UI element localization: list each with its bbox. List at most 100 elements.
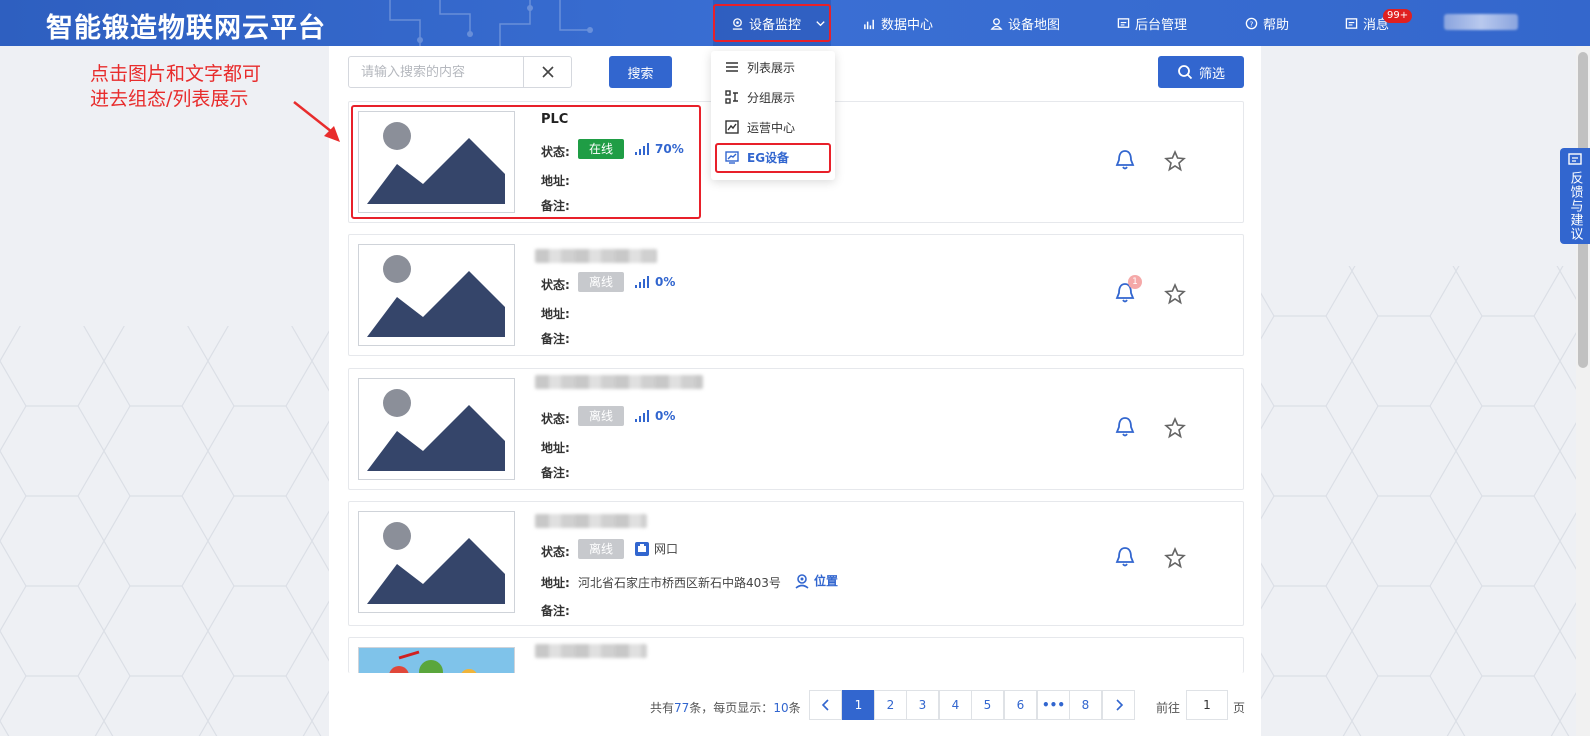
group-icon (725, 90, 738, 104)
signal-value: 0% (655, 409, 676, 423)
help-circle-icon: ? (1245, 17, 1258, 29)
admin-panel-icon (1117, 17, 1130, 28)
favorite-star-icon[interactable] (1164, 417, 1186, 439)
user-avatar-blurred[interactable] (1444, 14, 1518, 30)
device-name-blurred[interactable] (535, 249, 657, 263)
platform-title: 智能锻造物联网云平台 (46, 13, 326, 44)
next-page-button[interactable] (1102, 690, 1135, 720)
status-badge: 离线 (578, 272, 625, 292)
goto-suffix: 页 (1233, 701, 1246, 715)
page-button-4[interactable]: 4 (939, 690, 972, 720)
location-label: 位置 (814, 574, 839, 588)
svg-text:?: ? (1250, 19, 1254, 28)
remark-label: 备注: (541, 466, 570, 480)
nav-device-map[interactable]: 设备地图 (990, 0, 1060, 46)
total-prefix: 共有 (650, 701, 675, 715)
menu-item-operations-center[interactable]: 运营中心 (711, 113, 835, 141)
page-button-8[interactable]: 8 (1069, 690, 1102, 720)
page-ellipsis[interactable]: ••• (1037, 690, 1070, 720)
alarm-bell-icon[interactable] (1115, 546, 1135, 568)
device-card[interactable]: 状态: 离线 网口 地址: 河北省石家庄市桥西区新石中路403号 位置 备注: (348, 501, 1244, 626)
annotation-arrow (293, 101, 340, 142)
status-badge: 离线 (578, 406, 625, 426)
status-label: 状态: (541, 278, 570, 292)
device-card[interactable]: 状态: 离线 0% 地址: 备注: (348, 368, 1244, 490)
menu-item-label: 运营中心 (747, 120, 796, 135)
device-thumbnail[interactable] (358, 511, 515, 613)
device-name-blurred[interactable] (535, 375, 703, 389)
list-icon (726, 62, 738, 72)
nav-help[interactable]: ? 帮助 (1245, 0, 1289, 46)
nav-label: 后台管理 (1135, 17, 1188, 33)
page-button-6[interactable]: 6 (1004, 690, 1037, 720)
message-count-badge: 99+ (1383, 9, 1413, 23)
pagination-summary: 共有77条，每页显示：10条 (650, 699, 801, 716)
location-pin-icon (795, 573, 809, 589)
total-count: 77 (674, 701, 690, 715)
device-card[interactable]: 状态: 离线 0% 地址: 备注: 1 (348, 234, 1244, 356)
chevron-right-icon (1115, 699, 1123, 711)
device-name-blurred[interactable] (535, 514, 647, 528)
nav-label: 数据中心 (881, 17, 934, 33)
signal-strength: 0% (634, 275, 675, 289)
goto-page-input[interactable] (1186, 690, 1228, 720)
nav-data-center[interactable]: 数据中心 (863, 0, 933, 46)
highlight-eg-device (715, 143, 831, 173)
device-thumbnail[interactable] (358, 244, 515, 346)
page-button-5[interactable]: 5 (971, 690, 1004, 720)
page-button-3[interactable]: 3 (906, 690, 939, 720)
prev-page-button[interactable] (809, 690, 842, 720)
search-button[interactable]: 搜索 (609, 56, 672, 88)
per-page-suffix: 条 (788, 701, 801, 715)
address-label: 地址: (541, 576, 570, 590)
status-label: 状态: (541, 412, 570, 426)
highlight-first-device (351, 105, 701, 219)
bar-chart-icon (864, 19, 874, 29)
address-label: 地址: (541, 441, 570, 455)
signal-strength: 0% (634, 409, 675, 423)
goto-prefix: 前往 (1156, 701, 1181, 715)
clear-search-button[interactable] (524, 56, 572, 88)
circuit-decoration (389, 0, 593, 46)
close-icon (541, 66, 554, 78)
nav-admin[interactable]: 后台管理 (1117, 0, 1187, 46)
search-icon (1178, 65, 1193, 80)
device-card[interactable] (348, 637, 1244, 673)
address-label: 地址: (541, 307, 570, 321)
nav-messages[interactable]: 消息 (1345, 0, 1389, 46)
feedback-label: 反馈与建议 (1567, 171, 1583, 241)
favorite-star-icon[interactable] (1164, 547, 1186, 569)
annotation-line-2: 进去组态/列表展示 (90, 88, 249, 110)
ethernet-port-icon (635, 541, 649, 556)
favorite-star-icon[interactable] (1164, 150, 1186, 172)
menu-item-label: 列表展示 (747, 60, 796, 75)
nav-label: 设备地图 (1008, 17, 1061, 33)
device-thumbnail[interactable] (358, 647, 515, 673)
search-input[interactable] (348, 56, 524, 88)
location-link[interactable]: 位置 (794, 572, 838, 589)
message-icon (1345, 17, 1358, 29)
annotation-text: 点击图片和文字都可 进去组态/列表展示 (90, 62, 261, 112)
filter-button[interactable]: 筛选 (1158, 56, 1244, 88)
operations-chart-icon (725, 120, 739, 134)
remark-label: 备注: (541, 332, 570, 346)
per-page-count: 10 (773, 701, 789, 715)
menu-item-list-view[interactable]: 列表展示 (711, 53, 835, 81)
device-name-blurred[interactable] (535, 644, 647, 658)
status-badge: 离线 (578, 539, 625, 559)
highlight-nav-device-monitor (713, 4, 831, 42)
page-button-2[interactable]: 2 (874, 690, 907, 720)
alarm-bell-icon[interactable] (1115, 416, 1135, 438)
device-thumbnail[interactable] (358, 378, 515, 480)
favorite-star-icon[interactable] (1164, 283, 1186, 305)
annotation-line-1: 点击图片和文字都可 (90, 63, 262, 85)
page-button-1[interactable]: 1 (842, 690, 875, 720)
menu-item-group-view[interactable]: 分组展示 (711, 83, 835, 111)
chevron-left-icon (821, 699, 829, 711)
device-address: 河北省石家庄市桥西区新石中路403号 (578, 576, 781, 590)
menu-item-label: 分组展示 (747, 90, 796, 105)
status-label: 状态: (541, 545, 570, 559)
feedback-tab[interactable]: 反馈与建议 (1560, 148, 1590, 244)
alarm-bell-icon[interactable] (1115, 149, 1135, 171)
total-suffix: 条，每页显示： (689, 701, 774, 715)
